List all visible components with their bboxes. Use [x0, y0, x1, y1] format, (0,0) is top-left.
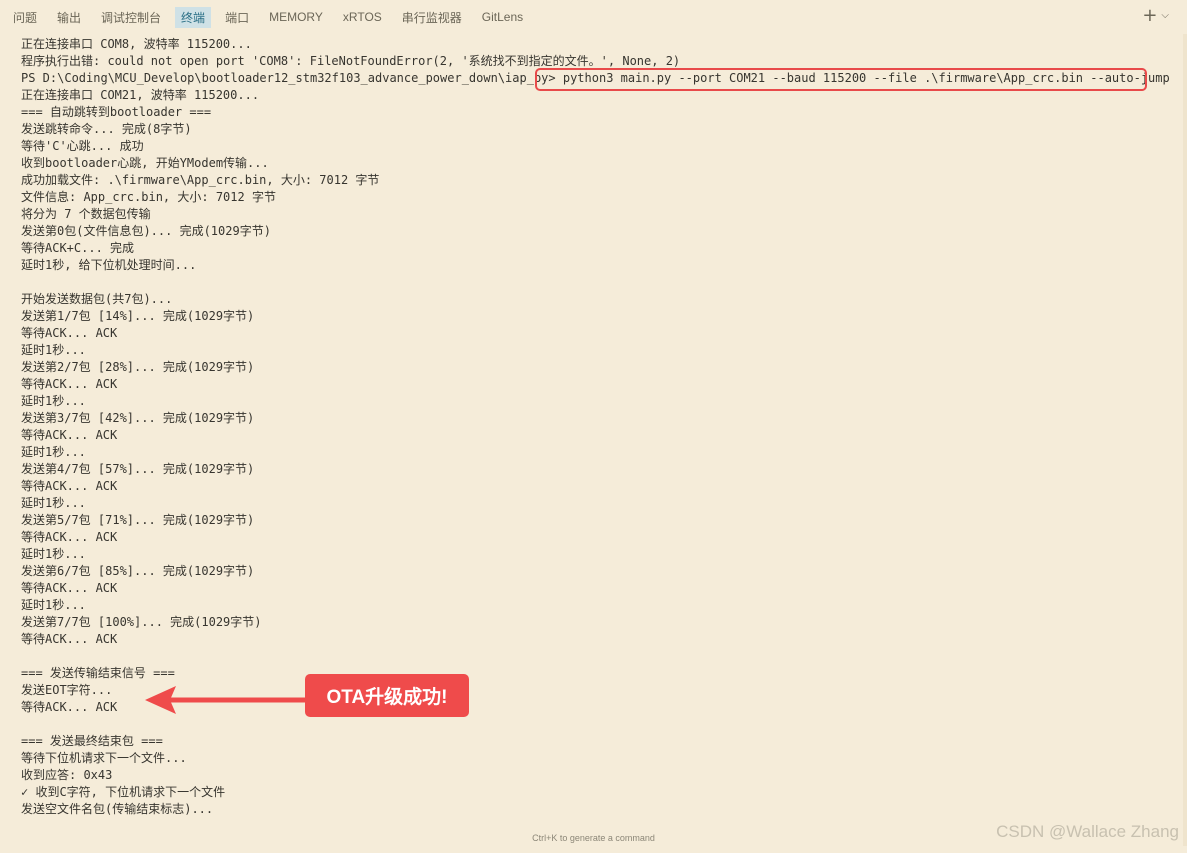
panel-tabs: 问题 输出 调试控制台 终端 端口 MEMORY xRTOS 串行监视器 GitLens	[13, 6, 543, 28]
terminal-line: 发送第7/7包 [100%]... 完成(1029字节)	[21, 615, 262, 629]
plus-icon[interactable]: +	[1142, 7, 1157, 25]
terminal-actions: + ⌵	[1142, 7, 1169, 25]
terminal-line: 正在连接串口 COM8, 波特率 115200...	[21, 37, 252, 51]
terminal-line: 等待ACK+C... 完成	[21, 241, 135, 255]
tab-6[interactable]: xRTOS	[343, 8, 382, 26]
terminal-line: === 自动跳转到bootloader ===	[21, 105, 212, 119]
terminal-line: 发送第2/7包 [28%]... 完成(1029字节)	[21, 360, 255, 374]
tab-1[interactable]: 输出	[57, 7, 81, 28]
terminal-line: 等待ACK... ACK	[21, 377, 118, 391]
terminal-line: 发送空文件名包(传输结束标志)...	[21, 802, 214, 816]
terminal-line: 发送第1/7包 [14%]... 完成(1029字节)	[21, 309, 255, 323]
callout-arrow	[145, 686, 305, 714]
terminal-line: 延时1秒...	[21, 394, 86, 408]
terminal-line: 延时1秒...	[21, 343, 86, 357]
terminal-line: 收到bootloader心跳, 开始YModem传输...	[21, 156, 269, 170]
csdn-watermark: CSDN @Wallace Zhang	[996, 822, 1179, 841]
terminal-line: 等待ACK... ACK	[21, 479, 118, 493]
terminal-scrollbar[interactable]	[1183, 34, 1187, 846]
chevron-down-icon[interactable]: ⌵	[1161, 8, 1169, 24]
terminal-line: 发送第0包(文件信息包)... 完成(1029字节)	[21, 224, 271, 238]
terminal-line: 等待ACK... ACK	[21, 428, 118, 442]
terminal-line: 文件信息: App_crc.bin, 大小: 7012 字节	[21, 190, 276, 204]
terminal-line: 开始发送数据包(共7包)...	[21, 292, 173, 306]
ota-success-callout: OTA升级成功!	[305, 674, 469, 717]
terminal-line: 等待ACK... ACK	[21, 530, 118, 544]
command-highlight-box	[535, 68, 1147, 91]
terminal-line: 延时1秒...	[21, 496, 86, 510]
terminal-line: === 发送最终结束包 ===	[21, 734, 163, 748]
terminal-line: 等待下位机请求下一个文件...	[21, 751, 187, 765]
tab-5[interactable]: MEMORY	[269, 8, 323, 26]
terminal-line: ✓ 收到C字符, 下位机请求下一个文件	[21, 785, 226, 799]
terminal-line: 发送第4/7包 [57%]... 完成(1029字节)	[21, 462, 255, 476]
terminal-line: 等待ACK... ACK	[21, 581, 118, 595]
terminal-line: 成功加载文件: .\firmware\App_crc.bin, 大小: 7012…	[21, 173, 380, 187]
tab-8[interactable]: GitLens	[482, 8, 523, 26]
panel-tab-bar: 问题 输出 调试控制台 终端 端口 MEMORY xRTOS 串行监视器 GitLens + ⌵	[0, 0, 1187, 34]
tab-2[interactable]: 调试控制台	[101, 7, 161, 28]
terminal-line: 延时1秒...	[21, 445, 86, 459]
tab-4[interactable]: 端口	[225, 7, 249, 28]
terminal-line: 将分为 7 个数据包传输	[21, 207, 151, 221]
terminal-line: 发送第5/7包 [71%]... 完成(1029字节)	[21, 513, 255, 527]
terminal-line: 等待ACK... ACK	[21, 632, 118, 646]
terminal-line: 发送第3/7包 [42%]... 完成(1029字节)	[21, 411, 255, 425]
terminal-line: 等待'C'心跳... 成功	[21, 139, 144, 153]
terminal-line: 等待ACK... ACK	[21, 326, 118, 340]
tab-3[interactable]: 终端	[175, 6, 212, 28]
terminal-line: 发送第6/7包 [85%]... 完成(1029字节)	[21, 564, 255, 578]
terminal-line: 延时1秒, 给下位机处理时间...	[21, 258, 197, 272]
terminal-line: 延时1秒...	[21, 598, 86, 612]
terminal-line: 收到应答: 0x43	[21, 768, 113, 782]
tab-0[interactable]: 问题	[13, 7, 37, 28]
tab-7[interactable]: 串行监视器	[402, 7, 462, 28]
terminal-line: 延时1秒...	[21, 547, 86, 561]
terminal-line: 发送跳转命令... 完成(8字节)	[21, 122, 192, 136]
